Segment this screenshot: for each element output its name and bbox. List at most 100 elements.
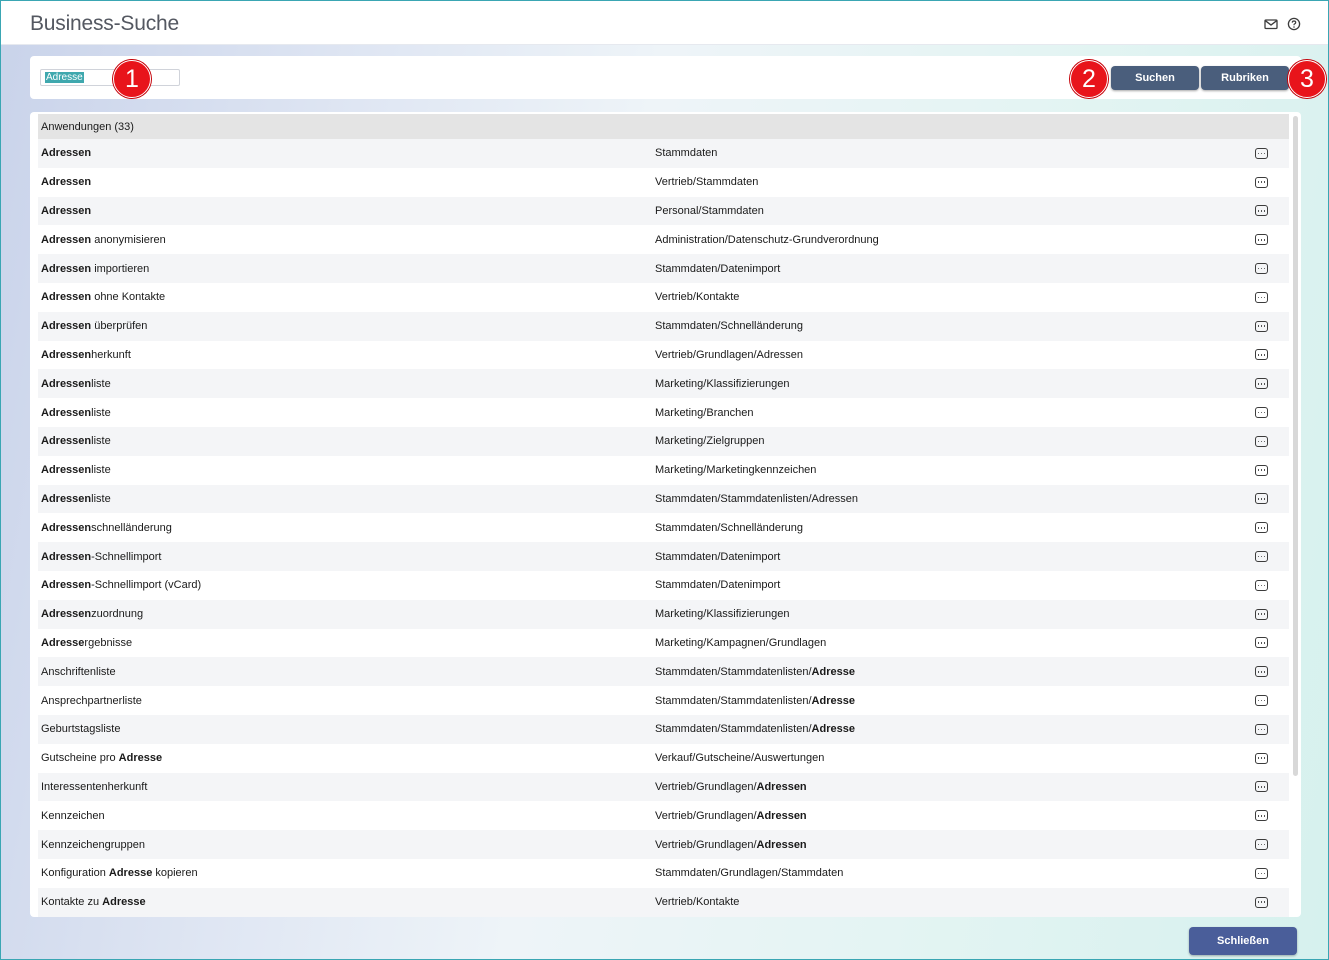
row-name: Kontakte zu Adresse [41, 896, 146, 908]
table-row[interactable]: Ansprechpartnerliste Stammdaten/Stammdate… [38, 686, 1289, 715]
table-row[interactable]: Adressen-Schnellimport (vCard) Stammdaten… [38, 571, 1289, 600]
more-icon-dot [1260, 411, 1263, 414]
table-row[interactable]: Adressen anonymisieren Administration/Dat… [38, 225, 1289, 254]
table-row[interactable]: Adressenzuordnung Marketing/Klassifizieru… [38, 599, 1289, 629]
table-row[interactable]: Adressergebnisse Marketing/Kampagnen/Grun… [38, 629, 1289, 658]
more-icon-dot [1263, 584, 1266, 587]
row-path: Vertrieb/Kontakte [655, 896, 739, 908]
more-icon[interactable] [1255, 867, 1268, 879]
row-path: Marketing/Klassifizierungen [655, 608, 790, 620]
more-icon-dot [1257, 411, 1260, 414]
text-segment: Vertrieb/Grundlagen/ [655, 809, 757, 822]
table-row[interactable]: Interessentenherkunft Vertrieb/Grundlagen… [38, 772, 1289, 802]
table-row[interactable]: Adressen Stammdaten [38, 139, 1289, 168]
help-icon[interactable] [1287, 17, 1301, 31]
more-icon[interactable] [1255, 291, 1268, 303]
more-icon[interactable] [1255, 637, 1268, 649]
more-icon[interactable] [1255, 349, 1268, 361]
more-icon[interactable] [1255, 522, 1268, 534]
more-icon-dot [1263, 728, 1266, 731]
more-icon-dot [1257, 757, 1260, 759]
more-icon[interactable] [1255, 695, 1268, 707]
rubriken-button[interactable]: Rubriken [1201, 66, 1289, 90]
text-segment: Kennzeichengruppen [41, 838, 145, 851]
more-icon[interactable] [1255, 839, 1268, 851]
table-row[interactable]: Adressenliste Stammdaten/Stammdatenlisten… [38, 484, 1289, 514]
more-icon[interactable] [1255, 493, 1268, 505]
more-icon[interactable] [1255, 205, 1268, 217]
table-row[interactable]: Adressenliste Marketing/Klassifizierungen [38, 369, 1289, 399]
table-row[interactable]: Adressenliste Marketing/Branchen [38, 398, 1289, 427]
more-icon[interactable] [1255, 896, 1268, 908]
table-row[interactable]: Anschriftenliste Stammdaten/Stammdatenlis… [38, 657, 1289, 687]
more-icon[interactable] [1255, 263, 1268, 275]
table-row[interactable]: Adressen ohne Kontakte Vertrieb/Kontakte [38, 283, 1289, 312]
more-icon-dot [1257, 901, 1260, 903]
more-icon[interactable] [1255, 147, 1268, 159]
row-path: Personal/Stammdaten [655, 205, 764, 217]
more-icon[interactable] [1255, 176, 1268, 188]
text-segment: Stammdaten/Stammdatenlisten/ [655, 694, 812, 707]
more-icon[interactable] [1255, 407, 1268, 419]
group-header[interactable]: Anwendungen (33) [38, 114, 1289, 139]
search-button[interactable]: Suchen [1111, 66, 1199, 90]
row-name: Adressen anonymisieren [41, 234, 166, 246]
table-row[interactable]: Adressenliste Marketing/Zielgruppen [38, 426, 1289, 456]
table-row[interactable]: Adressen-Schnellimport Stammdaten/Datenim… [38, 542, 1289, 571]
more-icon[interactable] [1255, 435, 1268, 447]
more-icon-dot [1260, 440, 1263, 443]
text-segment: -Schnellimport (vCard) [91, 579, 202, 592]
match-highlight: Adresse [118, 752, 163, 765]
more-icon[interactable] [1255, 234, 1268, 246]
more-icon-dot [1260, 238, 1263, 241]
more-icon[interactable] [1255, 752, 1268, 764]
more-icon[interactable] [1255, 320, 1268, 332]
mail-icon[interactable] [1264, 17, 1278, 31]
more-icon-dot [1260, 210, 1263, 212]
text-segment: liste [91, 406, 111, 419]
more-icon-dot [1257, 325, 1260, 327]
more-icon[interactable] [1255, 551, 1268, 563]
more-icon[interactable] [1255, 666, 1268, 678]
row-path: Stammdaten/Datenimport [655, 263, 780, 275]
match-highlight: Adressen [41, 464, 92, 477]
table-row[interactable]: Kennzeichen Vertrieb/Grundlagen/Adressen [38, 801, 1289, 830]
more-icon-dot [1260, 382, 1263, 385]
text-segment: Vertrieb/Grundlagen/Adressen [655, 348, 803, 361]
row-name: Adressen importieren [41, 263, 149, 275]
table-row[interactable]: Kontakte zu Adresse Vertrieb/Kontakte [38, 887, 1289, 917]
close-button[interactable]: Schließen [1189, 927, 1297, 955]
table-row[interactable]: Adressen Vertrieb/Stammdaten [38, 168, 1289, 197]
more-icon[interactable] [1255, 464, 1268, 476]
match-highlight: Adressen [41, 204, 92, 217]
more-icon[interactable] [1255, 723, 1268, 735]
table-row[interactable]: Adressenschnelländerung Stammdaten/Schnel… [38, 513, 1289, 542]
match-highlight: Adresse [41, 636, 85, 649]
match-highlight: Adressen [41, 377, 92, 390]
more-icon[interactable] [1255, 781, 1268, 793]
search-input[interactable] [40, 69, 180, 86]
text-segment: anonymisieren [91, 233, 166, 246]
table-row[interactable]: Adressenherkunft Vertrieb/Grundlagen/Adre… [38, 341, 1289, 370]
more-icon-dot [1263, 181, 1266, 183]
match-highlight: Adressen [41, 550, 92, 563]
more-icon[interactable] [1255, 810, 1268, 822]
table-row[interactable]: Adressenliste Marketing/Marketingkennzeic… [38, 456, 1289, 485]
more-icon-dot [1263, 555, 1266, 558]
table-row[interactable]: Geburtstagsliste Stammdaten/Stammdatenlis… [38, 714, 1289, 744]
row-path: Marketing/Klassifizierungen [655, 378, 790, 390]
table-row[interactable]: Adressen importieren Stammdaten/Datenimpo… [38, 254, 1289, 283]
table-row[interactable]: Konfiguration Adresse kopieren Stammdaten… [38, 859, 1289, 888]
match-highlight: Adresse [108, 867, 153, 880]
table-row[interactable]: Gutscheine pro Adresse Verkauf/Gutscheine… [38, 744, 1289, 773]
table-row[interactable]: Kennzeichengruppen Vertrieb/Grundlagen/Ad… [38, 830, 1289, 859]
table-row[interactable]: Adressen Personal/Stammdaten [38, 196, 1289, 226]
more-icon[interactable] [1255, 608, 1268, 620]
row-name: Adressen [41, 147, 91, 159]
more-icon[interactable] [1255, 378, 1268, 390]
more-icon-dot [1260, 354, 1263, 356]
scrollbar[interactable] [1293, 116, 1298, 776]
text-segment: Stammdaten/Stammdatenlisten/ [655, 723, 812, 736]
more-icon[interactable] [1255, 579, 1268, 591]
table-row[interactable]: Adressen überprüfen Stammdaten/Schnelländ… [38, 311, 1289, 341]
